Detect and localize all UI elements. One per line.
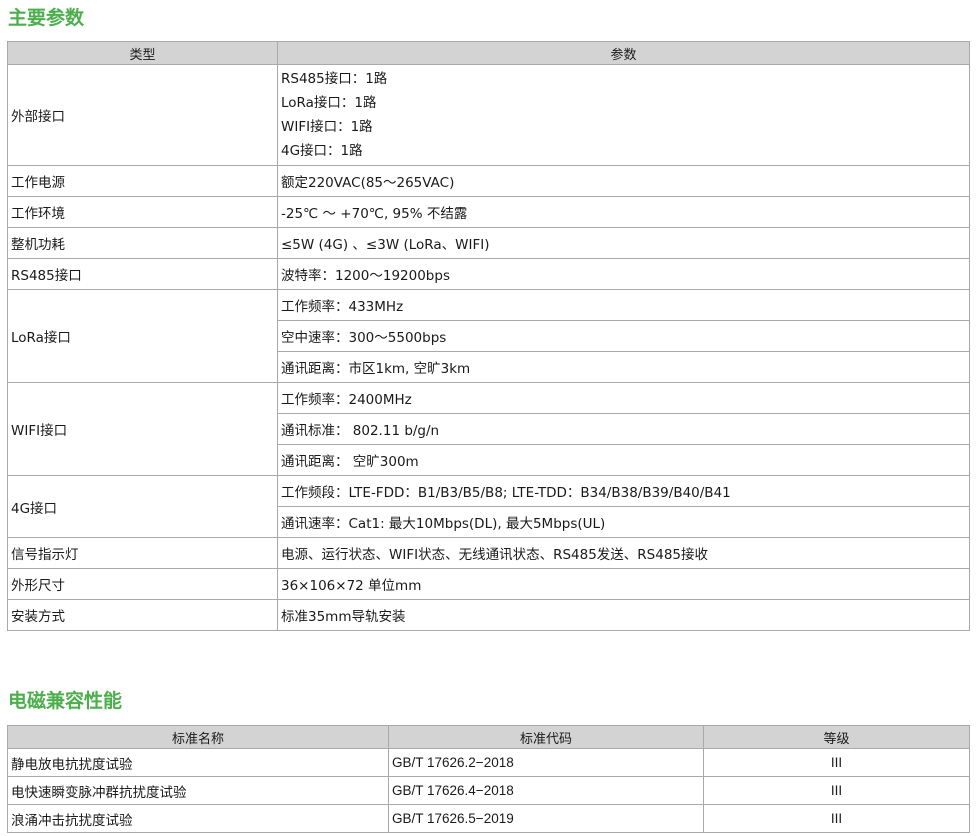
standard-level: III <box>703 748 970 777</box>
row-type-dimensions: 外形尺寸 <box>7 568 278 600</box>
param-cell: 工作频段：LTE-FDD：B1/B3/B5/B8; LTE-TDD：B34/B3… <box>277 475 970 507</box>
standard-name: 电快速瞬变脉冲群抗扰度试验 <box>7 776 389 805</box>
column-header-standard-code: 标准代码 <box>388 725 704 749</box>
section-title-main-params: 主要参数 <box>8 7 85 29</box>
param-cell: ≤5W (4G) 、≤3W (LoRa、WIFI) <box>277 227 970 259</box>
param-cell: 通讯速率：Cat1: 最大10Mbps(DL), 最大5Mbps(UL) <box>277 506 970 538</box>
table-row: 工作电源 额定220VAC(85～265VAC) <box>7 165 970 197</box>
main-params-table: 类型 参数 外部接口 RS485接口：1路 LoRa接口：1路 WIFI接口：1… <box>7 41 970 631</box>
row-type-consumption: 整机功耗 <box>7 227 278 259</box>
table-row: 安装方式 标准35mm导轨安装 <box>7 599 970 631</box>
row-type-environment: 工作环境 <box>7 196 278 228</box>
row-type-power: 工作电源 <box>7 165 278 197</box>
standard-code: GB/T 17626.2−2018 <box>388 748 704 777</box>
row-type-lora: LoRa接口 <box>7 289 278 383</box>
param-cell: 36×106×72 单位mm <box>277 568 970 600</box>
column-header-type: 类型 <box>7 41 278 65</box>
param-line: WIFI接口：1路 <box>281 119 373 135</box>
standard-code: GB/T 17626.5−2019 <box>388 804 704 833</box>
table-row: 电快速瞬变脉冲群抗扰度试验 GB/T 17626.4−2018 III <box>7 776 970 805</box>
standard-name: 静电放电抗扰度试验 <box>7 748 389 777</box>
standard-code: GB/T 17626.4−2018 <box>388 776 704 805</box>
table-row: WIFI接口 工作频率：2400MHz <box>7 382 970 476</box>
column-header-level: 等级 <box>703 725 970 749</box>
table-row: 外形尺寸 36×106×72 单位mm <box>7 568 970 600</box>
table-row: 4G接口 工作频段：LTE-FDD：B1/B3/B5/B8; LTE-TDD：B… <box>7 475 970 538</box>
param-line: RS485接口：1路 <box>281 71 388 87</box>
param-cell: 电源、运行状态、WIFI状态、无线通讯状态、RS485发送、RS485接收 <box>277 537 970 569</box>
row-type-installation: 安装方式 <box>7 599 278 631</box>
table-row: RS485接口 波特率：1200～19200bps <box>7 258 970 290</box>
table-row: 浪涌冲击抗扰度试验 GB/T 17626.5−2019 III <box>7 804 970 833</box>
param-cell: -25℃ ～ +70℃, 95% 不结露 <box>277 196 970 228</box>
param-line: 4G接口：1路 <box>281 143 363 159</box>
table-row: 信号指示灯 电源、运行状态、WIFI状态、无线通讯状态、RS485发送、RS48… <box>7 537 970 569</box>
param-cell: 通讯距离：市区1km, 空旷3km <box>277 351 970 383</box>
row-type-rs485: RS485接口 <box>7 258 278 290</box>
table-row: 整机功耗 ≤5W (4G) 、≤3W (LoRa、WIFI) <box>7 227 970 259</box>
param-cell: 工作频率：433MHz <box>277 289 970 321</box>
param-cell: 额定220VAC(85～265VAC) <box>277 165 970 197</box>
table-row: 静电放电抗扰度试验 GB/T 17626.2−2018 III <box>7 748 970 777</box>
column-header-standard-name: 标准名称 <box>7 725 389 749</box>
row-type-indicator: 信号指示灯 <box>7 537 278 569</box>
row-type-external-interface: 外部接口 <box>7 64 278 166</box>
param-cell: 工作频率：2400MHz <box>277 382 970 414</box>
standard-level: III <box>703 776 970 805</box>
row-params-external-interface: RS485接口：1路 LoRa接口：1路 WIFI接口：1路 4G接口：1路 <box>277 64 970 166</box>
section-title-emc: 电磁兼容性能 <box>8 690 123 712</box>
param-cell: 通讯距离： 空旷300m <box>277 444 970 476</box>
emc-table: 标准名称 标准代码 等级 静电放电抗扰度试验 GB/T 17626.2−2018… <box>7 725 970 833</box>
standard-name: 浪涌冲击抗扰度试验 <box>7 804 389 833</box>
param-line: LoRa接口：1路 <box>281 95 377 111</box>
param-cell: 标准35mm导轨安装 <box>277 599 970 631</box>
param-cell: 空中速率：300～5500bps <box>277 320 970 352</box>
row-type-wifi: WIFI接口 <box>7 382 278 476</box>
standard-level: III <box>703 804 970 833</box>
table-row: 工作环境 -25℃ ～ +70℃, 95% 不结露 <box>7 196 970 228</box>
param-cell: 波特率：1200～19200bps <box>277 258 970 290</box>
param-cell: 通讯标准： 802.11 b/g/n <box>277 413 970 445</box>
table-header-row: 标准名称 标准代码 等级 <box>7 725 970 749</box>
row-type-4g: 4G接口 <box>7 475 278 538</box>
column-header-params: 参数 <box>277 41 970 65</box>
table-row: LoRa接口 工作频率：433MHz <box>7 289 970 383</box>
table-row: 外部接口 RS485接口：1路 LoRa接口：1路 WIFI接口：1路 4G接口… <box>7 64 970 166</box>
table-header-row: 类型 参数 <box>7 41 970 65</box>
